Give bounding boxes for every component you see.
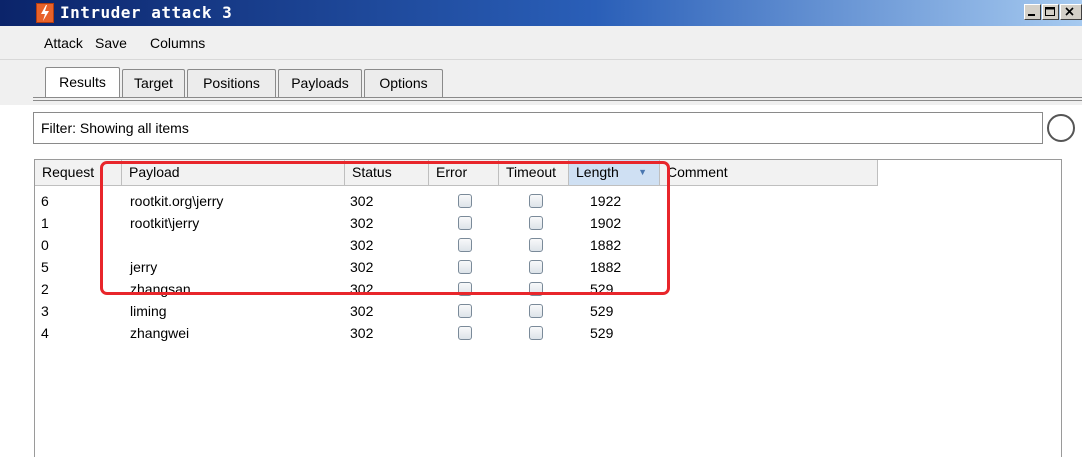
sort-descending-icon: ▼ — [638, 167, 647, 177]
cell-status: 302 — [350, 303, 374, 319]
column-header-length-label: Length — [576, 164, 619, 180]
burp-lightning-icon — [36, 3, 54, 23]
cell-status: 302 — [350, 281, 374, 297]
title-bar: Intruder attack 3 — [0, 0, 1082, 26]
cell-status: 302 — [350, 325, 374, 341]
error-checkbox — [458, 238, 472, 252]
cell-request: 4 — [41, 325, 49, 341]
cell-request: 5 — [41, 259, 49, 275]
cell-length: 1882 — [590, 237, 622, 253]
error-checkbox — [458, 194, 472, 208]
table-row[interactable]: 4 zhangwei 302 529 — [35, 322, 878, 344]
column-header-comment[interactable]: Comment — [660, 160, 878, 185]
cell-request: 3 — [41, 303, 49, 319]
cell-length: 1882 — [590, 259, 622, 275]
table-row[interactable]: 3 liming 302 529 — [35, 300, 878, 322]
timeout-checkbox — [529, 282, 543, 296]
menu-attack[interactable]: Attack — [44, 35, 83, 51]
table-row[interactable]: 1 rootkit\jerry 302 1902 — [35, 212, 878, 234]
cell-status: 302 — [350, 237, 374, 253]
table-row[interactable]: 5 jerry 302 1882 — [35, 256, 878, 278]
column-header-request[interactable]: Request — [35, 160, 122, 185]
menu-bar: Attack Save Columns — [0, 26, 1082, 60]
table-row[interactable]: 0 302 1882 — [35, 234, 878, 256]
menu-save[interactable]: Save — [95, 35, 127, 51]
cell-payload: rootkit.org\jerry — [130, 193, 224, 209]
cell-request: 0 — [41, 237, 49, 253]
cell-status: 302 — [350, 193, 374, 209]
tab-strip: Results Target Positions Payloads Option… — [0, 60, 1082, 105]
timeout-checkbox — [529, 304, 543, 318]
error-checkbox — [458, 326, 472, 340]
cell-payload: rootkit\jerry — [130, 215, 200, 231]
cell-request: 2 — [41, 281, 49, 297]
window-title: Intruder attack 3 — [60, 3, 233, 22]
cell-payload: liming — [130, 303, 167, 319]
filter-text: Filter: Showing all items — [41, 120, 189, 136]
column-header-error[interactable]: Error — [429, 160, 499, 185]
table-row[interactable]: 2 zhangsan 302 529 — [35, 278, 878, 300]
error-checkbox — [458, 282, 472, 296]
cell-length: 529 — [590, 303, 614, 319]
table-header: Request Payload Status Error Timeout Len… — [35, 160, 878, 186]
column-header-length[interactable]: Length ▼ — [569, 160, 660, 185]
tab-divider-lower — [33, 100, 1082, 101]
timeout-checkbox — [529, 238, 543, 252]
menu-columns[interactable]: Columns — [150, 35, 205, 51]
cell-payload: zhangwei — [130, 325, 190, 341]
help-icon[interactable] — [1047, 114, 1075, 142]
timeout-checkbox — [529, 194, 543, 208]
tab-options[interactable]: Options — [364, 69, 443, 97]
minimize-button[interactable] — [1024, 4, 1041, 20]
cell-request: 6 — [41, 193, 49, 209]
error-checkbox — [458, 304, 472, 318]
column-header-payload[interactable]: Payload — [122, 160, 345, 185]
error-checkbox — [458, 216, 472, 230]
tab-positions[interactable]: Positions — [187, 69, 276, 97]
cell-length: 1922 — [590, 193, 622, 209]
cell-status: 302 — [350, 259, 374, 275]
cell-request: 1 — [41, 215, 49, 231]
cell-status: 302 — [350, 215, 374, 231]
cell-payload: zhangsan — [130, 281, 191, 297]
cell-payload: jerry — [130, 259, 158, 275]
error-checkbox — [458, 260, 472, 274]
tab-payloads[interactable]: Payloads — [278, 69, 362, 97]
tab-divider — [33, 97, 1082, 98]
tab-target[interactable]: Target — [122, 69, 185, 97]
table-row[interactable]: 6 rootkit.org\jerry 302 1922 — [35, 190, 878, 212]
filter-bar[interactable]: Filter: Showing all items — [33, 112, 1043, 144]
tab-results[interactable]: Results — [45, 67, 120, 97]
maximize-button[interactable] — [1042, 4, 1059, 20]
timeout-checkbox — [529, 260, 543, 274]
timeout-checkbox — [529, 326, 543, 340]
column-header-timeout[interactable]: Timeout — [499, 160, 569, 185]
cell-length: 529 — [590, 325, 614, 341]
cell-length: 529 — [590, 281, 614, 297]
close-button[interactable] — [1060, 4, 1082, 20]
cell-length: 1902 — [590, 215, 622, 231]
column-header-status[interactable]: Status — [345, 160, 429, 185]
timeout-checkbox — [529, 216, 543, 230]
